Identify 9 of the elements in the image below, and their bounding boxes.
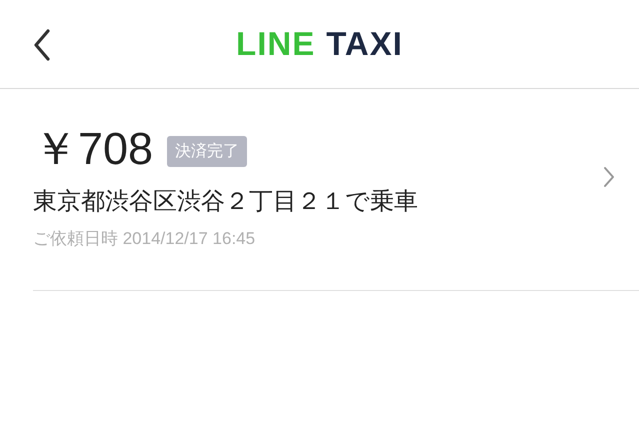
pickup-address: 東京都渋谷区渋谷２丁目２１で乗車 (33, 187, 418, 217)
fare-amount: ￥708 (33, 123, 154, 175)
request-date: ご依頼日時 2014/12/17 16:45 (33, 228, 256, 250)
status-badge: 決済完了 (167, 136, 248, 166)
logo-text: LINE (236, 25, 316, 63)
logo-text: TAXI (326, 25, 403, 63)
back-icon[interactable] (33, 29, 51, 61)
chevron-icon (603, 166, 615, 188)
ride-item[interactable]: ￥708 決済完了 東京都渋谷区渋谷２丁目２１で乗車 ご依頼日時 2014/12/17 16:45 (33, 89, 639, 291)
